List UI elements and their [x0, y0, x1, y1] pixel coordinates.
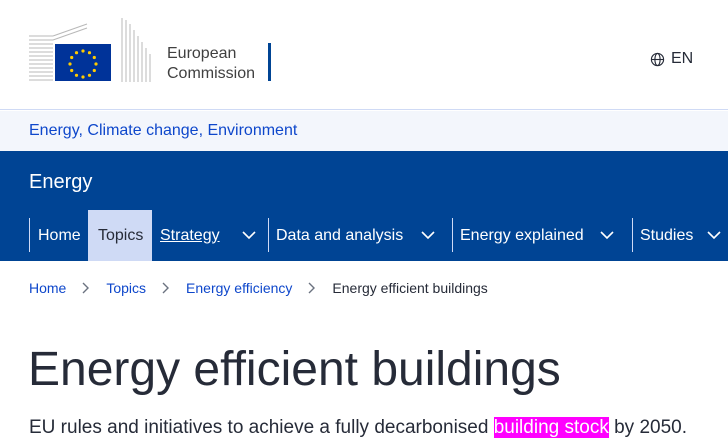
- subtitle-text-end: by 2050.: [608, 417, 687, 438]
- globe-icon: [650, 52, 665, 66]
- chevron-right-icon: [308, 282, 316, 294]
- logo-line-2: Commission: [167, 65, 256, 82]
- menu-item-home[interactable]: Home: [0, 210, 88, 261]
- menu-item-label: Studies: [640, 226, 694, 244]
- chevron-down-icon[interactable]: [600, 231, 614, 240]
- menu-separator: [29, 218, 30, 252]
- site-name[interactable]: Energy: [29, 171, 92, 194]
- menu-item-label: Home: [38, 226, 81, 244]
- main-menu: Home Topics Strategy Data and analysis E…: [0, 210, 728, 261]
- menu-item-topics[interactable]: Topics: [88, 210, 152, 261]
- breadcrumb-link-topics[interactable]: Topics: [106, 280, 146, 296]
- site-band-link[interactable]: Energy, Climate change, Environment: [29, 122, 297, 140]
- site-navigation-header: Energy Home Topics Strategy Data and ana…: [0, 151, 728, 261]
- site-band: Energy, Climate change, Environment: [0, 111, 728, 151]
- page-subtitle: EU rules and initiatives to achieve a fu…: [29, 416, 687, 440]
- subtitle-text-start: EU rules and initiatives to achieve a fu…: [29, 417, 494, 438]
- subtitle-highlight: building stock: [493, 417, 609, 438]
- menu-item-studies[interactable]: Studies: [632, 210, 728, 261]
- page-title: Energy efficient buildings: [28, 343, 561, 396]
- menu-item-energy-explained[interactable]: Energy explained: [452, 210, 632, 261]
- breadcrumb-link-home[interactable]: Home: [29, 280, 66, 296]
- chevron-right-icon: [82, 282, 90, 294]
- menu-item-strategy[interactable]: Strategy: [152, 210, 268, 261]
- menu-item-label: Energy explained: [460, 226, 584, 244]
- language-selector[interactable]: EN: [650, 50, 693, 68]
- logo-line-1: European: [167, 45, 237, 62]
- menu-item-label: Topics: [98, 226, 144, 244]
- logo-graphic-icon: [29, 18, 151, 82]
- chevron-down-icon[interactable]: [707, 231, 721, 240]
- chevron-down-icon[interactable]: [242, 231, 256, 240]
- logo-divider: [268, 43, 271, 81]
- breadcrumb-link-energy-efficiency[interactable]: Energy efficiency: [186, 280, 292, 296]
- menu-item-data-and-analysis[interactable]: Data and analysis: [268, 210, 452, 261]
- menu-item-label: Data and analysis: [276, 226, 404, 244]
- chevron-down-icon[interactable]: [421, 231, 435, 240]
- menu-separator: [268, 218, 269, 252]
- breadcrumb: Home Topics Energy efficiency Energy eff…: [29, 280, 488, 296]
- language-code: EN: [671, 50, 694, 67]
- logo-wordmark: European Commission: [167, 44, 255, 84]
- menu-separator: [632, 218, 633, 252]
- chevron-right-icon: [162, 282, 170, 294]
- menu-item-label: Strategy: [160, 226, 220, 244]
- site-header: European Commission EN: [0, 0, 728, 110]
- menu-separator: [452, 218, 453, 252]
- breadcrumb-current: Energy efficient buildings: [332, 280, 488, 296]
